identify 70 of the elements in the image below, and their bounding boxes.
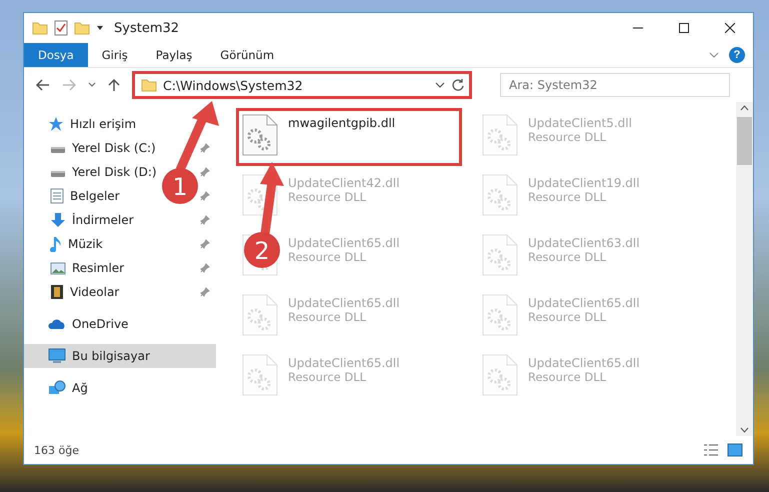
- cloud-icon: [48, 318, 66, 330]
- file-type: Resource DLL: [528, 130, 608, 144]
- ribbon-tab[interactable]: Dosya: [24, 43, 88, 67]
- refresh-icon: [451, 78, 465, 92]
- item-count: 163 öğe: [34, 444, 79, 456]
- chevron-down-icon: [88, 82, 96, 88]
- chevron-down-icon: [435, 82, 445, 88]
- gear-file-icon: [482, 294, 518, 336]
- callout-arrow: [176, 101, 219, 172]
- details-view-icon: [703, 443, 719, 457]
- properties-icon: [54, 20, 68, 36]
- sidebar-item[interactable]: Bu bilgisayar: [24, 344, 216, 368]
- network-icon: [48, 380, 66, 396]
- gear-file-icon: [482, 114, 518, 156]
- sidebar-item[interactable]: Videolar: [70, 285, 120, 299]
- close-icon: [725, 23, 735, 33]
- scrollbar-thumb[interactable]: [737, 117, 752, 165]
- gear-file-icon: [482, 174, 518, 216]
- gear-file-icon: [242, 354, 278, 396]
- folder-icon: [141, 78, 157, 92]
- star-icon: [48, 116, 64, 132]
- sidebar-item[interactable]: Resimler: [72, 261, 124, 275]
- search-field[interactable]: Ara: System32: [500, 73, 730, 97]
- picture-icon: [50, 262, 66, 274]
- ribbon-tab[interactable]: Giriş: [88, 43, 142, 67]
- window-title: System32: [114, 20, 180, 36]
- gear-file-icon: [242, 294, 278, 336]
- file-type: Resource DLL: [288, 370, 368, 384]
- sidebar-item[interactable]: OneDrive: [24, 312, 216, 336]
- back-arrow-icon: [36, 79, 50, 91]
- up-arrow-icon: [108, 78, 120, 92]
- sidebar-item[interactable]: Ağ: [24, 376, 216, 400]
- gear-file-icon: [242, 114, 278, 156]
- chevron-up-icon[interactable]: [740, 105, 749, 111]
- file-type: Resource DLL: [528, 190, 608, 204]
- number-badge: 2: [244, 232, 280, 268]
- monitor-icon: [48, 348, 66, 364]
- forward-arrow-icon: [62, 79, 76, 91]
- music-note-icon: [50, 236, 62, 252]
- file-type: Resource DLL: [528, 310, 608, 324]
- file-type: Resource DLL: [528, 370, 608, 384]
- file-name[interactable]: mwagilentgpib.dll: [288, 116, 396, 130]
- caret-icon: [96, 24, 104, 32]
- number-badge: 1: [162, 168, 198, 204]
- sidebar-item[interactable]: Yerel Disk (C:): [72, 141, 156, 155]
- file-type: Resource DLL: [288, 310, 368, 324]
- sidebar-item[interactable]: Hızlı erişim: [24, 112, 216, 136]
- sidebar-item[interactable]: Müzik: [68, 237, 103, 251]
- maximize-icon: [679, 23, 689, 33]
- ribbon-tab[interactable]: Paylaş: [142, 43, 206, 67]
- chevron-down-icon: [709, 52, 719, 58]
- gear-file-icon: [482, 354, 518, 396]
- gear-file-icon: [482, 234, 518, 276]
- ribbon-tab[interactable]: Görünüm: [206, 43, 288, 67]
- sidebar-item[interactable]: Yerel Disk (D:): [72, 165, 157, 179]
- help-button[interactable]: ?: [729, 47, 745, 63]
- new-folder-icon: [74, 21, 90, 35]
- file-type: Resource DLL: [288, 250, 368, 264]
- file-type: Resource DLL: [528, 250, 608, 264]
- film-icon: [50, 284, 64, 300]
- chevron-down-icon[interactable]: [740, 427, 749, 433]
- sidebar-item[interactable]: İndirmeler: [72, 213, 134, 227]
- sidebar-item[interactable]: Belgeler: [70, 189, 120, 203]
- scrollbar-track[interactable]: [736, 102, 753, 436]
- download-arrow-icon: [50, 212, 66, 228]
- address-bar[interactable]: C:\Windows\System32: [132, 71, 472, 99]
- large-icons-view-icon: [727, 443, 743, 457]
- folder-icon: [32, 21, 48, 35]
- document-icon: [50, 188, 64, 204]
- file-type: Resource DLL: [288, 190, 368, 204]
